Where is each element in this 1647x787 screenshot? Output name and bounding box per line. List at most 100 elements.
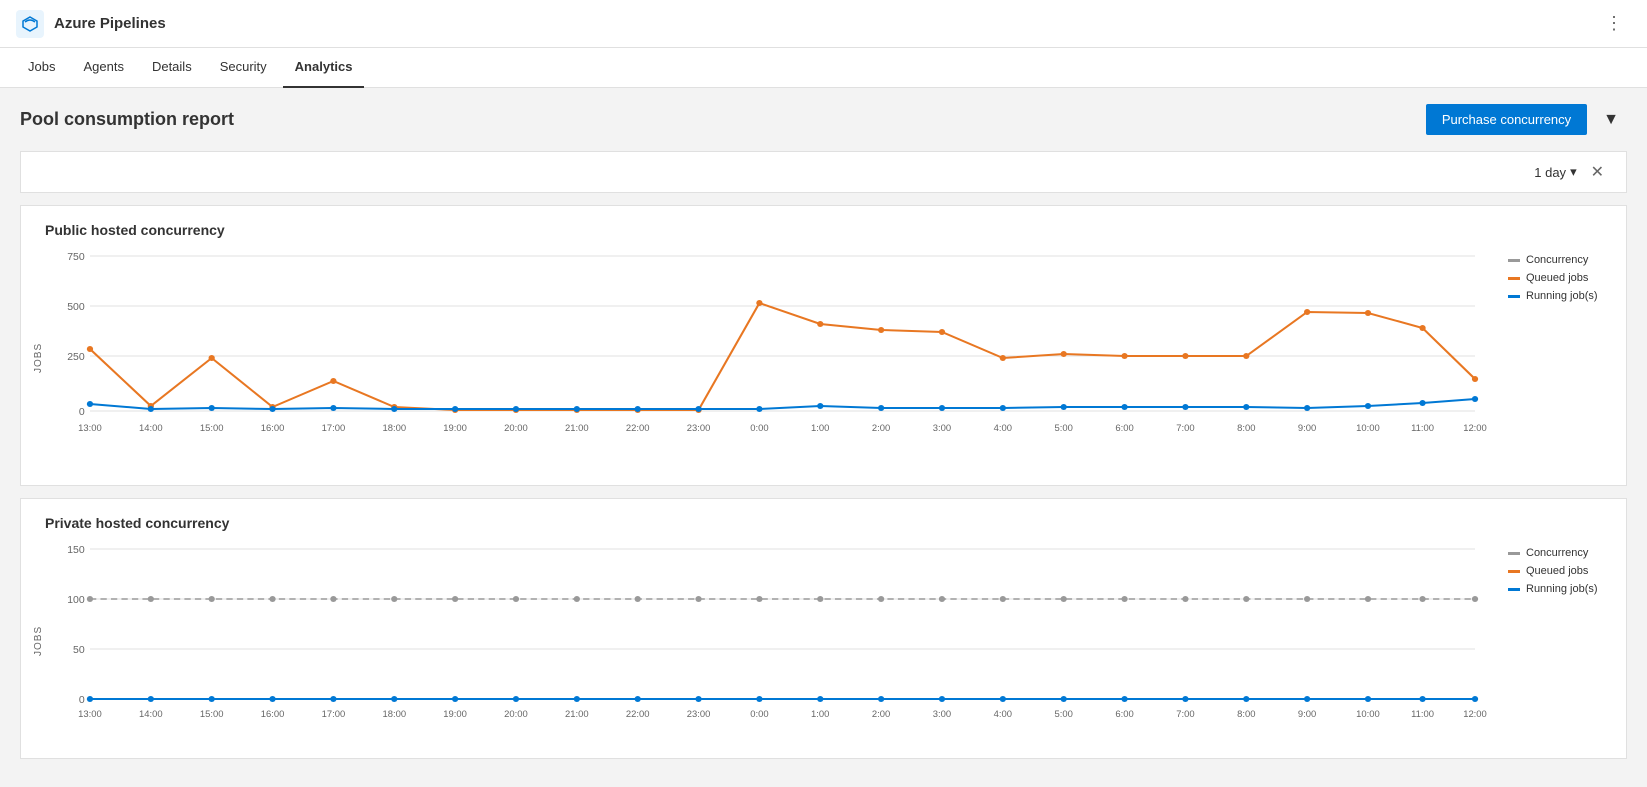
svg-text:750: 750 xyxy=(67,252,85,263)
svg-text:21:00: 21:00 xyxy=(565,709,589,719)
svg-text:12:00: 12:00 xyxy=(1463,709,1487,719)
svg-text:19:00: 19:00 xyxy=(443,709,467,719)
svg-text:11:00: 11:00 xyxy=(1411,709,1434,719)
svg-text:6:00: 6:00 xyxy=(1115,423,1133,433)
svg-text:14:00: 14:00 xyxy=(139,423,163,433)
private-chart-legend: Concurrency Queued jobs Running job(s) xyxy=(1496,539,1626,742)
public-chart-legend: Concurrency Queued jobs Running job(s) xyxy=(1496,246,1626,469)
svg-text:11:00: 11:00 xyxy=(1411,423,1434,433)
svg-text:250: 250 xyxy=(67,352,85,363)
legend-queued: Queued jobs xyxy=(1508,272,1614,284)
chevron-down-icon: ▾ xyxy=(1570,164,1577,180)
svg-text:18:00: 18:00 xyxy=(382,423,406,433)
svg-text:20:00: 20:00 xyxy=(504,709,528,719)
public-chart-area: 750 500 250 0 13:00 14:00 15:00 16:00 17… xyxy=(48,246,1496,469)
concurrency-label: Concurrency xyxy=(1526,254,1588,266)
app-header: Azure Pipelines ⋮ xyxy=(0,0,1647,48)
public-concurrency-chart: Public hosted concurrency JOBS 750 500 2… xyxy=(20,205,1627,486)
private-concurrency-label: Concurrency xyxy=(1526,547,1588,559)
app-title: Azure Pipelines xyxy=(54,15,166,32)
tab-details[interactable]: Details xyxy=(140,48,204,88)
public-chart-title: Public hosted concurrency xyxy=(29,222,1626,246)
svg-text:3:00: 3:00 xyxy=(933,423,951,433)
close-filter-button[interactable]: ✕ xyxy=(1585,160,1610,184)
filter-bar: 1 day ▾ ✕ xyxy=(20,151,1627,193)
svg-text:14:00: 14:00 xyxy=(139,709,163,719)
queued-label: Queued jobs xyxy=(1526,272,1588,284)
public-chart-wrapper: JOBS 750 500 250 0 13:00 14:00 xyxy=(29,246,1626,469)
legend-running: Running job(s) xyxy=(1508,290,1614,302)
svg-text:9:00: 9:00 xyxy=(1298,709,1316,719)
svg-text:500: 500 xyxy=(67,302,85,313)
purchase-concurrency-button[interactable]: Purchase concurrency xyxy=(1426,104,1587,135)
tab-agents[interactable]: Agents xyxy=(71,48,135,88)
day-selector[interactable]: 1 day ▾ xyxy=(1534,164,1576,180)
svg-text:17:00: 17:00 xyxy=(322,423,346,433)
svg-text:17:00: 17:00 xyxy=(322,709,346,719)
main-nav: Jobs Agents Details Security Analytics xyxy=(0,48,1647,88)
svg-text:12:00: 12:00 xyxy=(1463,423,1487,433)
private-legend-concurrency: Concurrency xyxy=(1508,547,1614,559)
svg-text:23:00: 23:00 xyxy=(687,423,711,433)
svg-text:16:00: 16:00 xyxy=(261,423,285,433)
app-logo xyxy=(16,10,44,38)
svg-text:7:00: 7:00 xyxy=(1176,423,1194,433)
page-title: Pool consumption report xyxy=(20,109,234,130)
private-legend-running: Running job(s) xyxy=(1508,583,1614,595)
private-y-label: JOBS xyxy=(29,539,48,742)
running-color xyxy=(1508,295,1520,298)
svg-text:1:00: 1:00 xyxy=(811,423,829,433)
svg-text:4:00: 4:00 xyxy=(994,423,1012,433)
svg-text:13:00: 13:00 xyxy=(78,709,102,719)
svg-text:50: 50 xyxy=(73,645,85,656)
tab-security[interactable]: Security xyxy=(208,48,279,88)
queued-color xyxy=(1508,277,1520,280)
svg-text:150: 150 xyxy=(67,545,85,556)
private-queued-label: Queued jobs xyxy=(1526,565,1588,577)
svg-text:3:00: 3:00 xyxy=(933,709,951,719)
svg-text:22:00: 22:00 xyxy=(626,423,650,433)
svg-text:19:00: 19:00 xyxy=(443,423,467,433)
svg-text:5:00: 5:00 xyxy=(1055,423,1073,433)
svg-text:15:00: 15:00 xyxy=(200,423,224,433)
svg-text:0: 0 xyxy=(79,407,85,418)
svg-text:2:00: 2:00 xyxy=(872,423,890,433)
svg-text:8:00: 8:00 xyxy=(1237,423,1255,433)
public-y-label: JOBS xyxy=(29,246,48,469)
svg-text:21:00: 21:00 xyxy=(565,423,589,433)
tab-analytics[interactable]: Analytics xyxy=(283,48,365,88)
svg-text:22:00: 22:00 xyxy=(626,709,650,719)
svg-text:0: 0 xyxy=(79,695,85,706)
private-concurrency-chart: Private hosted concurrency JOBS 150 100 … xyxy=(20,498,1627,759)
svg-text:2:00: 2:00 xyxy=(872,709,890,719)
private-running-label: Running job(s) xyxy=(1526,583,1598,595)
svg-text:5:00: 5:00 xyxy=(1055,709,1073,719)
svg-text:4:00: 4:00 xyxy=(994,709,1012,719)
svg-text:10:00: 10:00 xyxy=(1356,709,1380,719)
svg-text:0:00: 0:00 xyxy=(750,423,768,433)
svg-text:18:00: 18:00 xyxy=(382,709,406,719)
svg-text:16:00: 16:00 xyxy=(261,709,285,719)
running-label: Running job(s) xyxy=(1526,290,1598,302)
svg-text:10:00: 10:00 xyxy=(1356,423,1380,433)
private-concurrency-color xyxy=(1508,552,1520,555)
main-content: Pool consumption report Purchase concurr… xyxy=(0,88,1647,787)
tab-jobs[interactable]: Jobs xyxy=(16,48,67,88)
svg-text:15:00: 15:00 xyxy=(200,709,224,719)
svg-text:20:00: 20:00 xyxy=(504,423,528,433)
private-chart-title: Private hosted concurrency xyxy=(29,515,1626,539)
legend-concurrency: Concurrency xyxy=(1508,254,1614,266)
concurrency-color xyxy=(1508,259,1520,262)
private-chart-wrapper: JOBS 150 100 50 0 13:00 14:00 xyxy=(29,539,1626,742)
svg-text:13:00: 13:00 xyxy=(78,423,102,433)
header-actions: Purchase concurrency ▼ xyxy=(1426,104,1627,135)
filter-icon-button[interactable]: ▼ xyxy=(1595,107,1627,133)
svg-text:6:00: 6:00 xyxy=(1115,709,1133,719)
svg-text:9:00: 9:00 xyxy=(1298,423,1316,433)
svg-text:8:00: 8:00 xyxy=(1237,709,1255,719)
private-legend-queued: Queued jobs xyxy=(1508,565,1614,577)
private-queued-color xyxy=(1508,570,1520,573)
svg-text:0:00: 0:00 xyxy=(750,709,768,719)
more-options-button[interactable]: ⋮ xyxy=(1597,9,1631,38)
svg-text:23:00: 23:00 xyxy=(687,709,711,719)
